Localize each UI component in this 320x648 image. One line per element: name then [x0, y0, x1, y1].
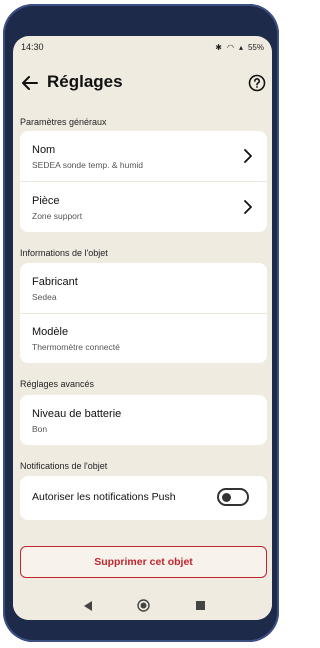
nav-recent-icon[interactable] — [196, 601, 205, 610]
delete-object-button[interactable]: Supprimer cet objet — [20, 546, 267, 578]
general-card: Nom SEDEA sonde temp. & humid Pièce Zone… — [20, 131, 267, 232]
status-time: 14:30 — [21, 42, 44, 52]
app-bar: Réglages — [13, 66, 272, 100]
name-row[interactable]: Nom SEDEA sonde temp. & humid — [20, 131, 267, 181]
maker-value: Sedea — [32, 292, 57, 302]
maker-row: Fabricant Sedea — [20, 263, 267, 313]
page-title: Réglages — [47, 72, 123, 91]
android-nav-bar — [13, 592, 272, 620]
section-label-notifications: Notifications de l'objet — [20, 461, 108, 471]
status-icons: ✱ ◠ ▴ 55% — [215, 43, 264, 52]
room-row[interactable]: Pièce Zone support — [20, 182, 267, 232]
name-title: Nom — [32, 144, 56, 156]
model-value: Thermomètre connecté — [32, 342, 120, 352]
help-icon[interactable] — [248, 74, 266, 92]
status-bar: 14:30 ✱ ◠ ▴ 55% — [13, 36, 272, 58]
push-notifications-toggle[interactable] — [217, 488, 249, 506]
toggle-knob — [222, 492, 231, 502]
section-label-advanced: Réglages avancés — [20, 379, 95, 389]
chevron-right-icon — [244, 149, 252, 163]
model-title: Modèle — [32, 326, 69, 338]
room-value: Zone support — [32, 211, 83, 221]
name-value: SEDEA sonde temp. & humid — [32, 160, 144, 170]
bluetooth-icon: ✱ — [215, 42, 222, 52]
battery-title: Niveau de batterie — [32, 408, 122, 420]
signal-icon: ▴ — [238, 42, 243, 52]
section-label-info: Informations de l'objet — [20, 248, 108, 258]
arrow-left-icon — [22, 76, 38, 90]
back-button[interactable] — [19, 72, 41, 94]
info-card: Fabricant Sedea Modèle Thermomètre conne… — [20, 263, 267, 363]
chevron-right-icon — [244, 200, 252, 214]
advanced-card: Niveau de batterie Bon — [20, 395, 267, 445]
room-title: Pièce — [32, 195, 60, 207]
battery-row: Niveau de batterie Bon — [20, 395, 267, 445]
push-notifications-label: Autoriser les notifications Push — [32, 491, 176, 503]
wifi-icon: ◠ — [226, 42, 234, 52]
maker-title: Fabricant — [32, 276, 78, 288]
battery-text: 55% — [247, 42, 264, 52]
phone-frame: 14:30 ✱ ◠ ▴ 55% Réglages Paramètres géné… — [3, 4, 279, 642]
app-screen: 14:30 ✱ ◠ ▴ 55% Réglages Paramètres géné… — [13, 36, 272, 620]
nav-home-icon[interactable] — [137, 599, 150, 612]
section-label-general: Paramètres généraux — [20, 117, 107, 127]
battery-value: Bon — [32, 424, 48, 434]
nav-back-icon[interactable] — [83, 600, 93, 612]
notifications-card: Autoriser les notifications Push — [20, 476, 267, 520]
model-row: Modèle Thermomètre connecté — [20, 313, 267, 363]
